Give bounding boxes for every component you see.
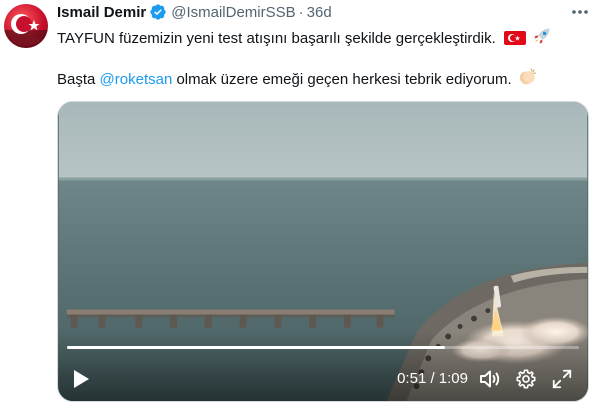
avatar[interactable] [4,4,48,48]
avatar-image [4,14,48,48]
author-handle[interactable]: @IsmailDemirSSB [171,4,295,21]
tweet-text-line-1: TAYFUN füzemizin yeni test atışını başar… [57,26,552,52]
rocket-icon [532,26,552,52]
tweet-timestamp[interactable]: 36d [307,4,332,21]
video-progress-fill [67,346,446,349]
fullscreen-icon[interactable] [550,367,574,391]
video-player[interactable]: 0:51 / 1:09 [57,101,589,402]
play-icon[interactable] [70,367,92,391]
gear-icon[interactable] [514,367,538,391]
video-time-display: 0:51 / 1:09 [397,370,468,387]
verified-badge-icon [149,3,167,21]
tweet-header: Ismail Demir @IsmailDemirSSB · 36d [57,2,332,22]
mention-link[interactable]: @roketsan [100,71,173,88]
volume-icon[interactable] [478,367,502,391]
more-options-icon[interactable] [570,4,590,20]
turkey-flag-icon [503,30,526,52]
tweet-text-line-2: Başta @roketsan olmak üzere emeği geçen … [57,67,537,93]
video-controls-shade [58,331,588,401]
clapping-hands-icon [517,67,537,93]
tweet-text: olmak üzere emeği geçen herkesi tebrik e… [172,71,512,88]
tweet: Ismail Demir @IsmailDemirSSB · 36d TAYFU… [0,0,600,405]
video-progress-bar[interactable] [67,346,579,349]
tweet-text: Başta [57,71,100,88]
author-name[interactable]: Ismail Demir [57,4,146,21]
tweet-text: TAYFUN füzemizin yeni test atışını başar… [57,30,496,47]
separator-dot: · [298,3,304,21]
